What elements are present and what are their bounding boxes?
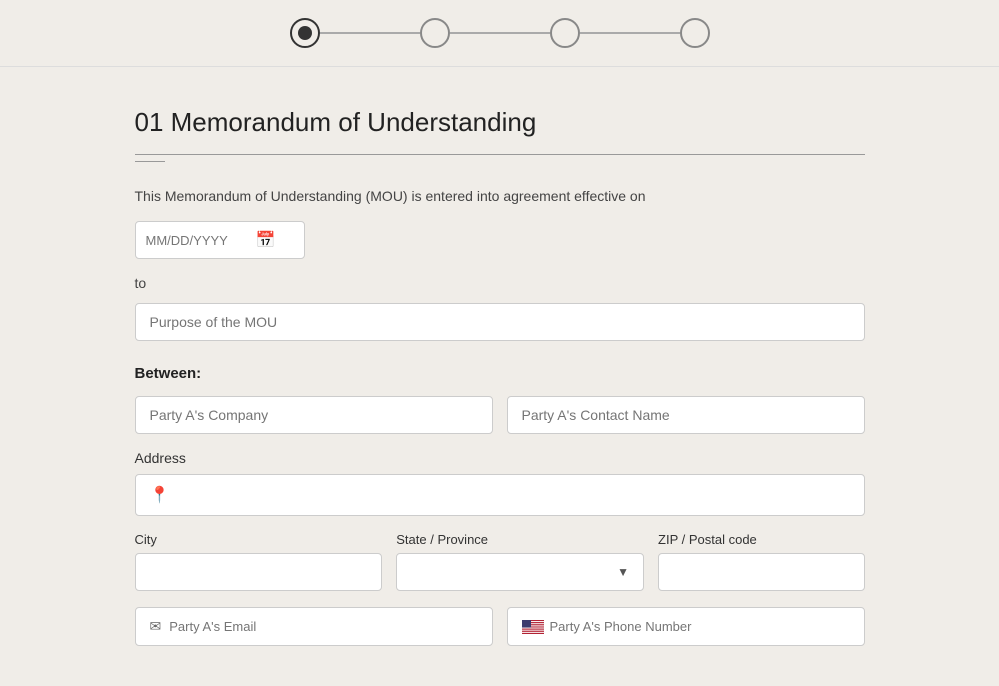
email-icon: ✉ — [150, 618, 162, 635]
party-a-contact-input[interactable] — [507, 396, 865, 434]
progress-bar — [0, 0, 999, 67]
city-group: City — [135, 532, 383, 591]
step-3[interactable] — [550, 18, 580, 48]
state-select-wrapper[interactable]: Alabama Alaska Arizona California Colora… — [396, 553, 644, 591]
address-label: Address — [135, 450, 865, 466]
address-input[interactable] — [177, 487, 849, 503]
purpose-input[interactable] — [135, 303, 865, 341]
step-line-3 — [580, 32, 680, 34]
address-wrapper[interactable]: 📍 — [135, 474, 865, 516]
phone-input[interactable] — [550, 619, 850, 634]
party-a-company-input[interactable] — [135, 396, 493, 434]
party-row — [135, 396, 865, 434]
city-label: City — [135, 532, 383, 547]
zip-label: ZIP / Postal code — [658, 532, 864, 547]
calendar-icon[interactable]: 📅 — [256, 230, 276, 250]
intro-text: This Memorandum of Understanding (MOU) i… — [135, 186, 865, 207]
step-line-2 — [450, 32, 550, 34]
to-text: to — [135, 275, 865, 291]
email-input[interactable] — [169, 619, 477, 634]
city-input[interactable] — [135, 553, 383, 591]
step-line-1 — [320, 32, 420, 34]
us-flag-icon — [522, 620, 544, 634]
zip-group: ZIP / Postal code — [658, 532, 864, 591]
step-2[interactable] — [420, 18, 450, 48]
between-label: Between: — [135, 365, 865, 382]
state-select[interactable]: Alabama Alaska Arizona California Colora… — [411, 564, 617, 580]
phone-wrapper[interactable] — [507, 607, 865, 646]
email-wrapper[interactable]: ✉ — [135, 607, 493, 646]
zip-input[interactable] — [658, 553, 864, 591]
main-content: 01 Memorandum of Understanding This Memo… — [115, 67, 885, 686]
pin-icon: 📍 — [150, 485, 170, 505]
location-row: City State / Province Alabama Alaska Ari… — [135, 532, 865, 591]
divider-short — [135, 161, 165, 162]
chevron-down-icon: ▼ — [617, 565, 629, 579]
date-input[interactable] — [146, 233, 256, 248]
state-group: State / Province Alabama Alaska Arizona … — [396, 532, 644, 591]
section-title: 01 Memorandum of Understanding — [135, 107, 865, 138]
step-1[interactable] — [290, 18, 320, 48]
step-4[interactable] — [680, 18, 710, 48]
divider-long — [135, 154, 865, 155]
state-label: State / Province — [396, 532, 644, 547]
email-phone-row: ✉ — [135, 607, 865, 646]
date-wrapper[interactable]: 📅 — [135, 221, 305, 259]
